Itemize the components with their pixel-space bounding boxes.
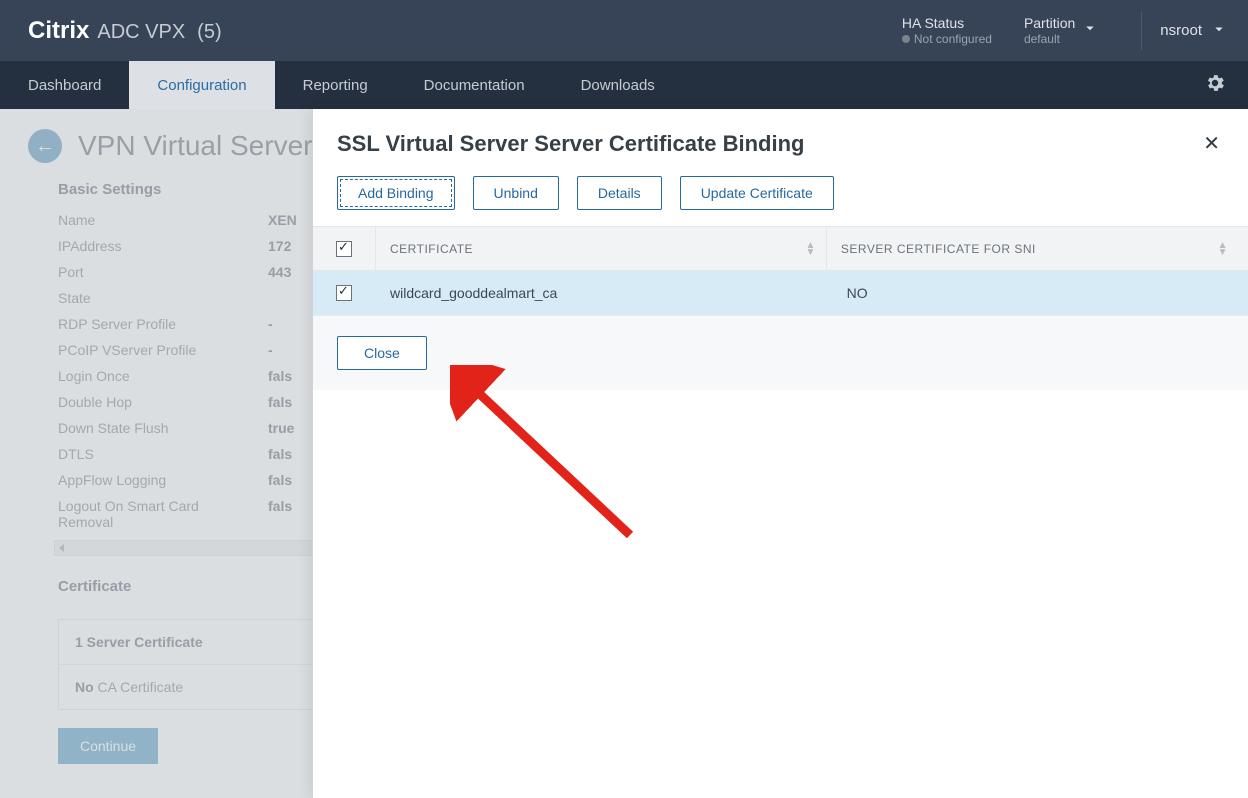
brand-sub: ADC VPX: [97, 21, 185, 44]
status-dot-icon: [902, 35, 910, 43]
th-certificate[interactable]: CERTIFICATE: [390, 242, 473, 256]
nav-configuration-label: Configuration: [157, 77, 246, 94]
nav-reporting-label: Reporting: [303, 77, 368, 94]
ha-status-label: HA Status: [902, 15, 992, 32]
ha-status: HA Status Not configured: [902, 15, 992, 46]
nav-documentation[interactable]: Documentation: [396, 61, 553, 109]
nav-documentation-label: Documentation: [424, 77, 525, 94]
add-binding-label: Add Binding: [358, 185, 434, 201]
table-header: CERTIFICATE ▲▼ SERVER CERTIFICATE FOR SN…: [313, 227, 1248, 271]
user-name: nsroot: [1160, 22, 1202, 39]
settings-gear[interactable]: [1182, 61, 1248, 109]
nav-downloads-label: Downloads: [581, 77, 655, 94]
nav-dashboard-label: Dashboard: [28, 77, 101, 94]
th-sni[interactable]: SERVER CERTIFICATE FOR SNI: [841, 242, 1036, 256]
ssl-binding-panel: SSL Virtual Server Server Certificate Bi…: [312, 109, 1248, 798]
sort-icon[interactable]: ▲▼: [805, 242, 815, 256]
panel-title: SSL Virtual Server Server Certificate Bi…: [337, 131, 1197, 157]
brand: Citrix ADC VPX (5): [28, 17, 222, 45]
nav-dashboard[interactable]: Dashboard: [0, 61, 129, 109]
sort-icon[interactable]: ▲▼: [1218, 242, 1228, 256]
close-button[interactable]: Close: [337, 336, 427, 370]
cell-certificate: wildcard_gooddealmart_ca: [376, 285, 832, 301]
brand-main: Citrix: [28, 17, 89, 45]
vertical-separator: [1141, 12, 1142, 50]
partition-label: Partition: [1024, 15, 1075, 32]
update-certificate-button[interactable]: Update Certificate: [680, 176, 834, 210]
nav-reporting[interactable]: Reporting: [275, 61, 396, 109]
cell-sni: NO: [833, 285, 1248, 301]
chevron-down-icon: [1210, 20, 1228, 42]
partition-value: default: [1024, 32, 1075, 46]
add-binding-button[interactable]: Add Binding: [337, 176, 455, 210]
topbar: Citrix ADC VPX (5) HA Status Not configu…: [0, 0, 1248, 61]
table-row[interactable]: wildcard_gooddealmart_ca NO: [313, 271, 1248, 315]
unbind-button[interactable]: Unbind: [473, 176, 559, 210]
brand-count: (5): [197, 21, 221, 44]
user-menu[interactable]: nsroot: [1160, 20, 1228, 42]
nav-downloads[interactable]: Downloads: [553, 61, 683, 109]
close-panel-button[interactable]: ✕: [1197, 127, 1226, 160]
close-label: Close: [364, 345, 400, 361]
update-certificate-label: Update Certificate: [701, 185, 813, 201]
details-label: Details: [598, 185, 641, 201]
nav-configuration[interactable]: Configuration: [129, 61, 274, 109]
ha-status-value: Not configured: [914, 32, 992, 46]
page-body: ← VPN Virtual Server Basic Settings Name…: [0, 109, 1248, 798]
chevron-down-icon: [1081, 19, 1099, 41]
unbind-label: Unbind: [494, 185, 538, 201]
details-button[interactable]: Details: [577, 176, 662, 210]
row-checkbox[interactable]: [336, 285, 352, 301]
gear-icon: [1204, 72, 1226, 99]
close-icon: ✕: [1203, 133, 1220, 155]
partition-selector[interactable]: Partition default: [1024, 15, 1099, 46]
navbar: Dashboard Configuration Reporting Docume…: [0, 61, 1248, 109]
select-all-checkbox[interactable]: [336, 241, 352, 257]
